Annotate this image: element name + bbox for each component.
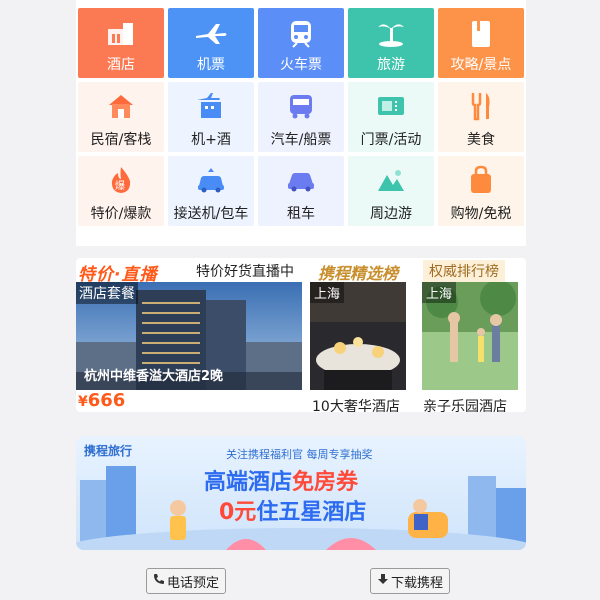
grid-item-label: 火车票	[280, 57, 322, 73]
download-arrow-icon	[377, 573, 389, 589]
grid-item-label: 机票	[197, 57, 225, 73]
currency-symbol: ¥	[78, 394, 88, 410]
phone-icon	[153, 573, 165, 589]
airplane-icon	[193, 18, 229, 50]
ctrip-ranking-title[interactable]: 携程精选榜	[318, 260, 398, 284]
ticket-icon	[373, 90, 409, 122]
grid-item-label: 酒店	[107, 57, 135, 73]
palm-tree-icon	[373, 18, 409, 50]
car-pickup-icon	[193, 164, 229, 196]
plane-hotel-icon	[193, 90, 229, 122]
live-deals-subtitle[interactable]: 特价好货直播中	[196, 261, 294, 281]
hot-deal-icon: 爆	[103, 164, 139, 196]
hotel-package-tag: 酒店套餐	[76, 282, 138, 304]
svg-text:爆: 爆	[115, 180, 125, 192]
service-grid: 酒店 机票 火车票 旅游 攻略/景点 民宿/客栈 机+酒 汽车/船票 门票/活动…	[76, 0, 526, 246]
grid-item-car-rental[interactable]: 租车	[258, 156, 344, 226]
grid-item-train[interactable]: 火车票	[258, 8, 344, 78]
grid-row-secondary: 民宿/客栈 机+酒 汽车/船票 门票/活动 美食	[78, 82, 524, 152]
authority-city-tag: 上海	[422, 282, 457, 303]
grid-item-label: 购物/免税	[450, 206, 512, 222]
grid-item-label: 旅游	[377, 57, 405, 73]
guidebook-icon	[463, 18, 499, 50]
train-icon	[283, 18, 319, 50]
grid-item-label: 美食	[467, 132, 495, 148]
ctrip-logo: 携程旅行	[84, 444, 133, 458]
grid-item-label: 周边游	[370, 206, 412, 222]
banner-subheadline-part1: 0元	[219, 500, 257, 525]
ranking-card[interactable]: 上海	[310, 282, 406, 390]
grid-item-homestay[interactable]: 民宿/客栈	[78, 82, 164, 152]
phone-booking-label: 电话预定	[167, 575, 220, 591]
banner-headline-part2: 免房券	[292, 470, 359, 495]
live-deal-card[interactable]: 酒店套餐 杭州中维香溢大酒店2晚	[76, 282, 302, 390]
grid-item-label: 特价/爆款	[90, 206, 152, 222]
ranking-caption[interactable]: 10大奢华酒店	[312, 396, 400, 412]
grid-item-label: 汽车/船票	[270, 132, 332, 148]
live-deal-caption: 杭州中维香溢大酒店2晚	[84, 369, 224, 384]
grid-item-label: 攻略/景点	[450, 57, 512, 73]
authority-caption[interactable]: 亲子乐园酒店	[423, 396, 507, 412]
grid-item-label: 门票/活动	[360, 132, 422, 148]
grid-item-deals[interactable]: 爆 特价/爆款	[78, 156, 164, 226]
price-value: 666	[87, 390, 126, 411]
grid-item-label: 接送机/包车	[173, 206, 249, 222]
grid-item-flight[interactable]: 机票	[168, 8, 254, 78]
grid-item-label: 机+酒	[191, 132, 231, 148]
car-rental-icon	[283, 164, 319, 196]
grid-item-flight-hotel[interactable]: 机+酒	[168, 82, 254, 152]
authority-card[interactable]: 上海	[422, 282, 518, 390]
authority-ranking-title[interactable]: 权威排行榜	[423, 260, 505, 282]
grid-item-tickets[interactable]: 门票/活动	[348, 82, 434, 152]
grid-item-food[interactable]: 美食	[438, 82, 524, 152]
grid-item-guide[interactable]: 攻略/景点	[438, 8, 524, 78]
grid-item-hotel[interactable]: 酒店	[78, 8, 164, 78]
shopping-bag-icon	[463, 164, 499, 196]
grid-item-airport-transfer[interactable]: 接送机/包车	[168, 156, 254, 226]
banner-subheadline-part2: 住五星酒店	[256, 500, 367, 525]
hotel-building-icon	[103, 18, 139, 50]
grid-item-label: 民宿/客栈	[90, 132, 152, 148]
ranking-city-tag: 上海	[310, 282, 345, 303]
house-icon	[103, 90, 139, 122]
mountain-icon	[373, 164, 409, 196]
banner-subtitle: 关注携程福利官 每周专享抽奖	[226, 448, 373, 461]
banner-headline-part1: 高端酒店	[204, 470, 293, 495]
grid-item-travel[interactable]: 旅游	[348, 8, 434, 78]
phone-booking-button[interactable]: 电话预定	[146, 568, 227, 594]
grid-row-main: 酒店 机票 火车票 旅游 攻略/景点	[78, 8, 524, 78]
promo-section: 特价·直播 特价好货直播中 酒店套餐 杭州中维香溢大酒店2晚 ¥666 携程精选…	[76, 258, 526, 412]
grid-item-nearby-tour[interactable]: 周边游	[348, 156, 434, 226]
download-app-label: 下载携程	[391, 575, 444, 591]
banner-headline: 高端酒店免房券	[204, 464, 358, 496]
download-app-button[interactable]: 下载携程	[370, 568, 451, 594]
grid-item-label: 租车	[287, 206, 315, 222]
fork-knife-icon	[463, 90, 499, 122]
bus-icon	[283, 90, 319, 122]
grid-row-tertiary: 爆 特价/爆款 接送机/包车 租车 周边游 购物/免税	[78, 156, 524, 226]
free-hotel-voucher-banner[interactable]: 携程旅行 关注携程福利官 每周专享抽奖 高端酒店免房券 0元住五星酒店	[76, 436, 526, 550]
banner-subheadline: 0元住五星酒店	[219, 494, 366, 526]
grid-item-shopping[interactable]: 购物/免税	[438, 156, 524, 226]
grid-item-bus-ship[interactable]: 汽车/船票	[258, 82, 344, 152]
live-deal-price: ¥666	[78, 390, 125, 411]
